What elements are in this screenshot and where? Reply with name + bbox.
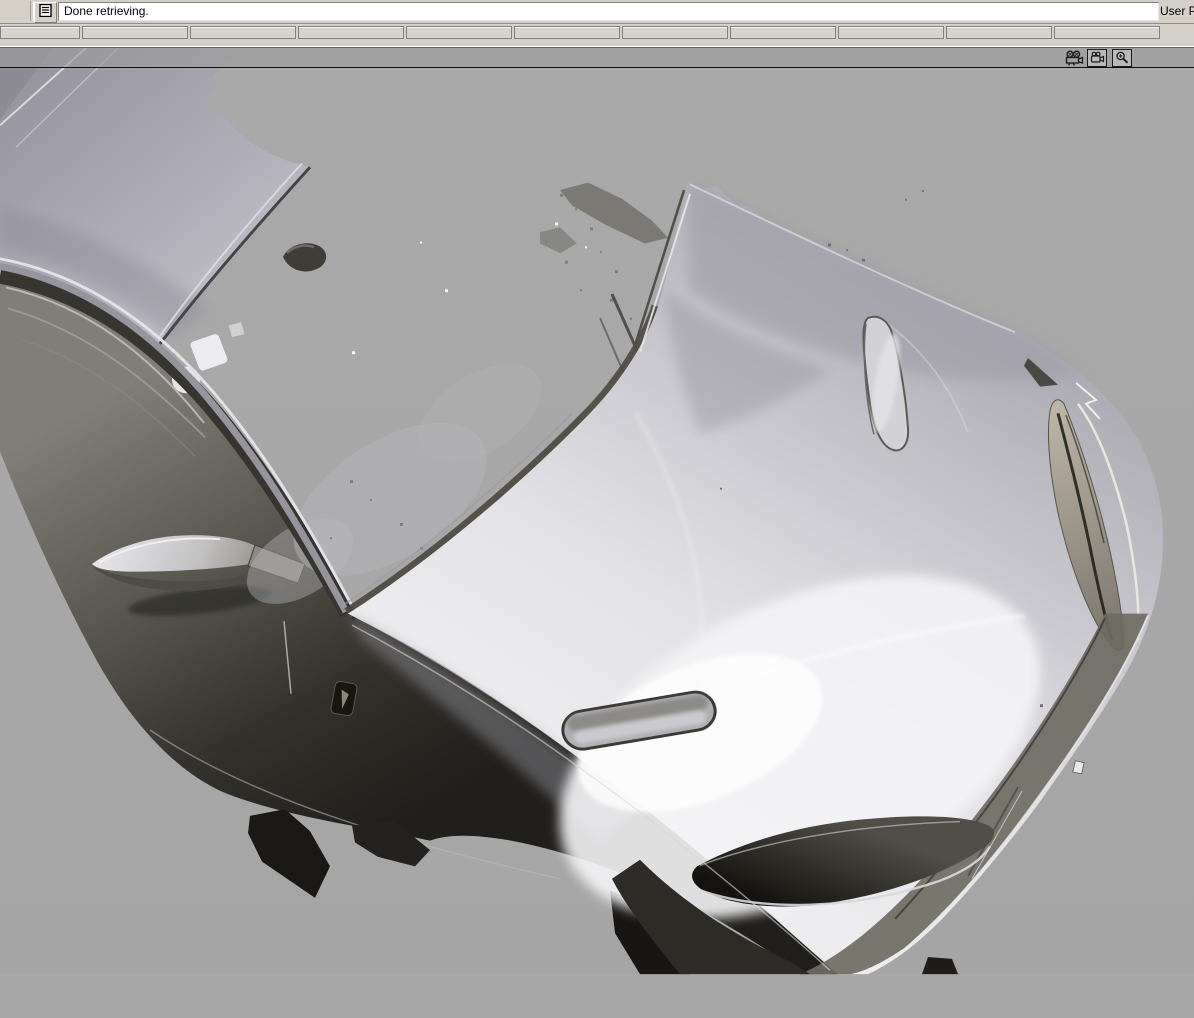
viewport-header-band <box>0 48 1194 68</box>
shelf-segment[interactable] <box>946 26 1052 39</box>
shelf-segment[interactable] <box>190 26 296 39</box>
shelf-segment[interactable] <box>838 26 944 39</box>
video-camera-icon[interactable] <box>1087 49 1107 67</box>
app-window: { "status_bar": { "message": "Done retri… <box>0 0 1194 1018</box>
shelf-segment[interactable] <box>514 26 620 39</box>
user-label: User Pr <box>1160 4 1194 18</box>
front-emblem <box>1073 761 1084 774</box>
document-lines-icon <box>39 4 52 22</box>
shelf-segment[interactable] <box>82 26 188 39</box>
status-bar: Done retrieving. User Pr <box>0 0 1194 23</box>
shelf-segment[interactable] <box>1054 26 1160 39</box>
movie-camera-icon[interactable] <box>1064 49 1084 66</box>
shelf-segment[interactable] <box>730 26 836 39</box>
zoom-magnifier-icon[interactable] <box>1112 49 1132 67</box>
shelf-segment[interactable] <box>622 26 728 39</box>
status-message-field: Done retrieving. <box>58 2 1159 21</box>
toolbar-strip <box>0 40 1194 47</box>
shelf-row <box>0 23 1194 40</box>
message-log-button[interactable] <box>34 2 57 23</box>
shelf-segment[interactable] <box>406 26 512 39</box>
shelf-segment[interactable] <box>0 26 80 39</box>
status-left-panel <box>2 2 28 20</box>
scene-canvas[interactable] <box>0 48 1194 1018</box>
shelf-segment[interactable] <box>298 26 404 39</box>
viewport[interactable] <box>0 48 1194 1018</box>
